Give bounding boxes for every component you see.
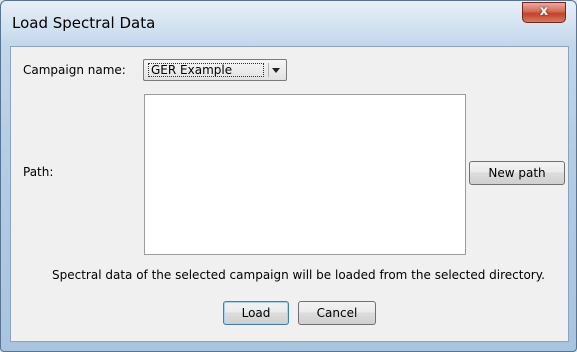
campaign-select-value: GER Example — [148, 63, 264, 77]
combo-separator — [268, 63, 269, 77]
close-button[interactable]: x — [522, 2, 566, 23]
dialog-body: Campaign name: GER Example Path: New pat… — [10, 46, 569, 342]
info-text: Spectral data of the selected campaign w… — [52, 268, 545, 282]
new-path-button[interactable]: New path — [469, 161, 565, 185]
campaign-name-label: Campaign name: — [23, 63, 126, 77]
window-title: Load Spectral Data — [12, 14, 156, 32]
path-label: Path: — [23, 165, 54, 179]
dialog-window: Load Spectral Data x Campaign name: GER … — [0, 0, 577, 352]
close-icon: x — [539, 4, 549, 19]
load-button[interactable]: Load — [223, 301, 289, 325]
campaign-select[interactable]: GER Example — [143, 59, 287, 81]
chevron-down-icon — [272, 68, 280, 73]
cancel-button[interactable]: Cancel — [298, 301, 376, 325]
path-list[interactable] — [144, 94, 466, 255]
